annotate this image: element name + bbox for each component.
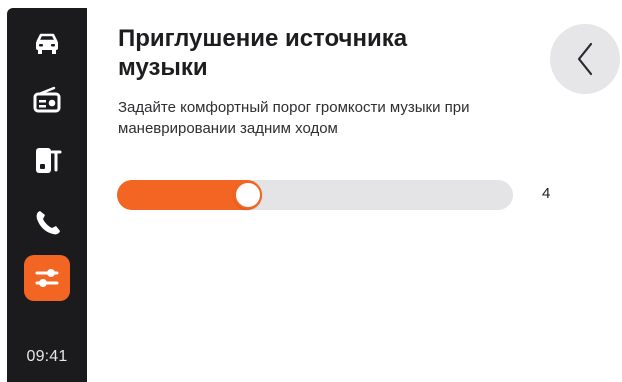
sidebar: 09:41: [7, 8, 87, 382]
car-icon[interactable]: [31, 28, 63, 60]
volume-threshold-slider[interactable]: [117, 180, 513, 210]
settings-content: Приглушение источника музыки Задайте ком…: [118, 24, 538, 139]
clock-time: 09:41: [26, 348, 68, 365]
radio-icon[interactable]: [31, 84, 63, 116]
phone-connect-icon[interactable]: [31, 143, 63, 179]
chevron-left-icon: [577, 42, 593, 76]
screen: 09:41 Приглушение источника музыки Задай…: [0, 0, 622, 382]
settings-sliders-icon[interactable]: [24, 255, 70, 301]
slider-value: 4: [542, 185, 551, 202]
call-icon[interactable]: [31, 206, 63, 238]
page-title: Приглушение источника музыки: [118, 25, 408, 81]
slider-thumb[interactable]: [234, 181, 262, 209]
page-description: Задайте комфортный порог громкости музык…: [118, 99, 470, 137]
back-button[interactable]: [550, 24, 620, 94]
